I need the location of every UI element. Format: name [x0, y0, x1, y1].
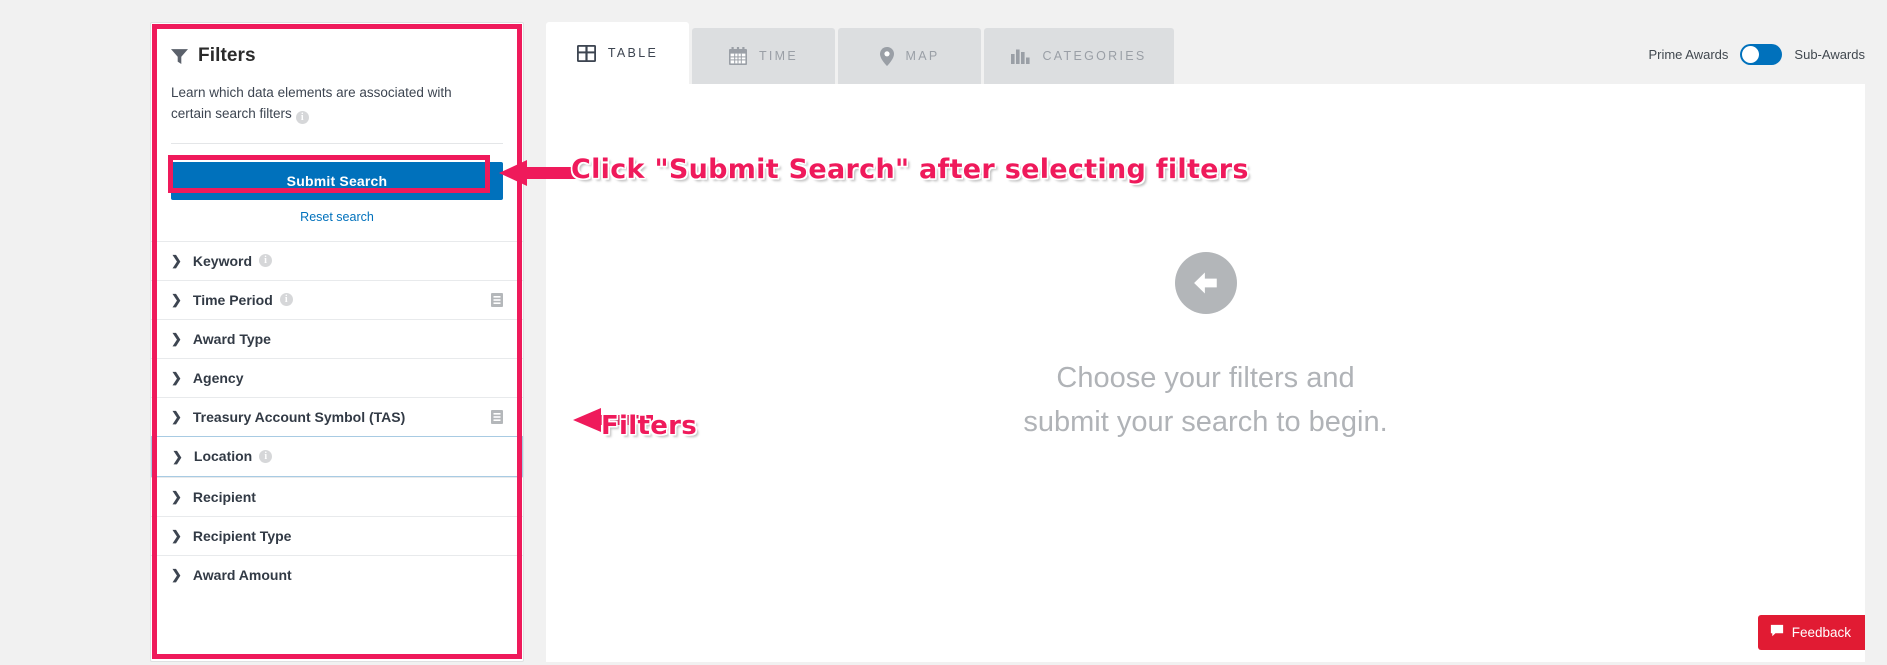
- arrow-left-circle-icon: [1174, 252, 1237, 314]
- feedback-label: Feedback: [1791, 625, 1851, 640]
- filter-row-recipient[interactable]: ❯ Recipient: [151, 476, 523, 516]
- chevron-right-icon: ❯: [171, 292, 182, 308]
- chevron-right-icon: ❯: [171, 528, 182, 544]
- sub-awards-label: Sub-Awards: [1794, 47, 1865, 62]
- filter-row-keyword[interactable]: ❯ Keyword i: [151, 240, 523, 280]
- annotation-text-submit: Click "Submit Search" after selecting fi…: [571, 154, 1249, 185]
- chevron-right-icon: ❯: [171, 370, 182, 386]
- document-list-icon[interactable]: [491, 409, 503, 424]
- filter-row-label: Time Period: [192, 291, 273, 308]
- empty-state-line1: Choose your filters and: [1056, 362, 1355, 394]
- tab-categories[interactable]: CATEGORIES: [984, 28, 1174, 84]
- chevron-right-icon: ❯: [171, 331, 182, 347]
- filters-description-text: Learn which data elements are associated…: [171, 85, 452, 121]
- tab-label: TIME: [758, 49, 799, 63]
- filter-row-label: Recipient Type: [192, 527, 292, 544]
- tab-label: MAP: [905, 49, 940, 63]
- results-tabs: TABLE TIME MAP CATEGORIES Prime Awards Sub-…: [546, 22, 1865, 84]
- info-icon[interactable]: i: [259, 254, 273, 268]
- chevron-right-icon: ❯: [171, 489, 182, 505]
- chevron-right-icon: ❯: [171, 253, 182, 269]
- document-list-icon[interactable]: [491, 292, 503, 307]
- feedback-button[interactable]: Feedback: [1757, 615, 1865, 650]
- filter-row-recipient-type[interactable]: ❯ Recipient Type: [151, 515, 523, 555]
- empty-state-line2: submit your search to begin.: [1023, 406, 1388, 439]
- bar-chart-icon: [1011, 48, 1031, 64]
- annotation-text-filters: Filters: [601, 411, 698, 441]
- reset-search-link[interactable]: Reset search: [171, 210, 503, 224]
- filter-row-location[interactable]: ❯ Location i: [151, 435, 523, 477]
- filters-panel: Filters Learn which data elements are as…: [150, 22, 524, 662]
- filter-row-label: Location: [193, 448, 253, 465]
- filter-accordion-list: ❯ Keyword i ❯ Time Period i ❯ Award Type ❯ Agency…: [151, 240, 523, 594]
- submit-search-button[interactable]: Submit Search: [171, 161, 503, 200]
- prime-sub-awards-toggle[interactable]: [1740, 44, 1783, 65]
- page-title: Filters: [198, 45, 256, 66]
- filter-row-label: Agency: [192, 369, 244, 386]
- tab-label: TABLE: [607, 46, 659, 60]
- prime-sub-toggle-group: Prime Awards Sub-Awards: [1648, 44, 1865, 65]
- chevron-right-icon: ❯: [171, 409, 182, 425]
- tab-table[interactable]: TABLE: [546, 22, 689, 84]
- map-pin-icon: [879, 46, 894, 66]
- filter-row-treasury-account-symbol-tas[interactable]: ❯ Treasury Account Symbol (TAS): [151, 396, 523, 436]
- tab-map[interactable]: MAP: [838, 28, 981, 84]
- chevron-right-icon: ❯: [171, 567, 182, 583]
- info-icon[interactable]: i: [279, 293, 293, 307]
- tab-label: CATEGORIES: [1042, 49, 1147, 63]
- filter-row-label: Award Amount: [192, 566, 292, 583]
- filters-description: Learn which data elements are associated…: [171, 83, 503, 125]
- speech-bubble-icon: [1770, 624, 1784, 641]
- info-icon[interactable]: i: [259, 449, 273, 463]
- table-icon: [576, 44, 596, 62]
- filter-row-time-period[interactable]: ❯ Time Period i: [151, 279, 523, 319]
- empty-state: Choose your filters and submit your sear…: [546, 252, 1865, 444]
- results-area: TABLE TIME MAP CATEGORIES Prime Awards Sub-…: [546, 22, 1865, 662]
- filters-title-row: Filters: [171, 45, 503, 67]
- annotation-arrow-submit: [499, 160, 577, 186]
- submit-search-wrap: Submit Search Reset search: [151, 144, 523, 224]
- prime-awards-label: Prime Awards: [1648, 47, 1729, 62]
- filter-row-award-type[interactable]: ❯ Award Type: [151, 318, 523, 358]
- filter-row-agency[interactable]: ❯ Agency: [151, 357, 523, 397]
- info-icon[interactable]: i: [295, 110, 309, 124]
- filter-row-label: Recipient: [192, 488, 256, 505]
- filter-row-label: Treasury Account Symbol (TAS): [192, 408, 406, 425]
- chevron-right-icon: ❯: [172, 448, 183, 464]
- filter-row-award-amount[interactable]: ❯ Award Amount: [151, 554, 523, 594]
- tab-time[interactable]: TIME: [692, 28, 835, 84]
- calendar-icon: [728, 47, 747, 65]
- filter-row-label: Keyword: [192, 252, 253, 269]
- funnel-icon: [171, 48, 188, 65]
- filters-header: Filters Learn which data elements are as…: [151, 23, 523, 125]
- filter-row-label: Award Type: [192, 330, 271, 347]
